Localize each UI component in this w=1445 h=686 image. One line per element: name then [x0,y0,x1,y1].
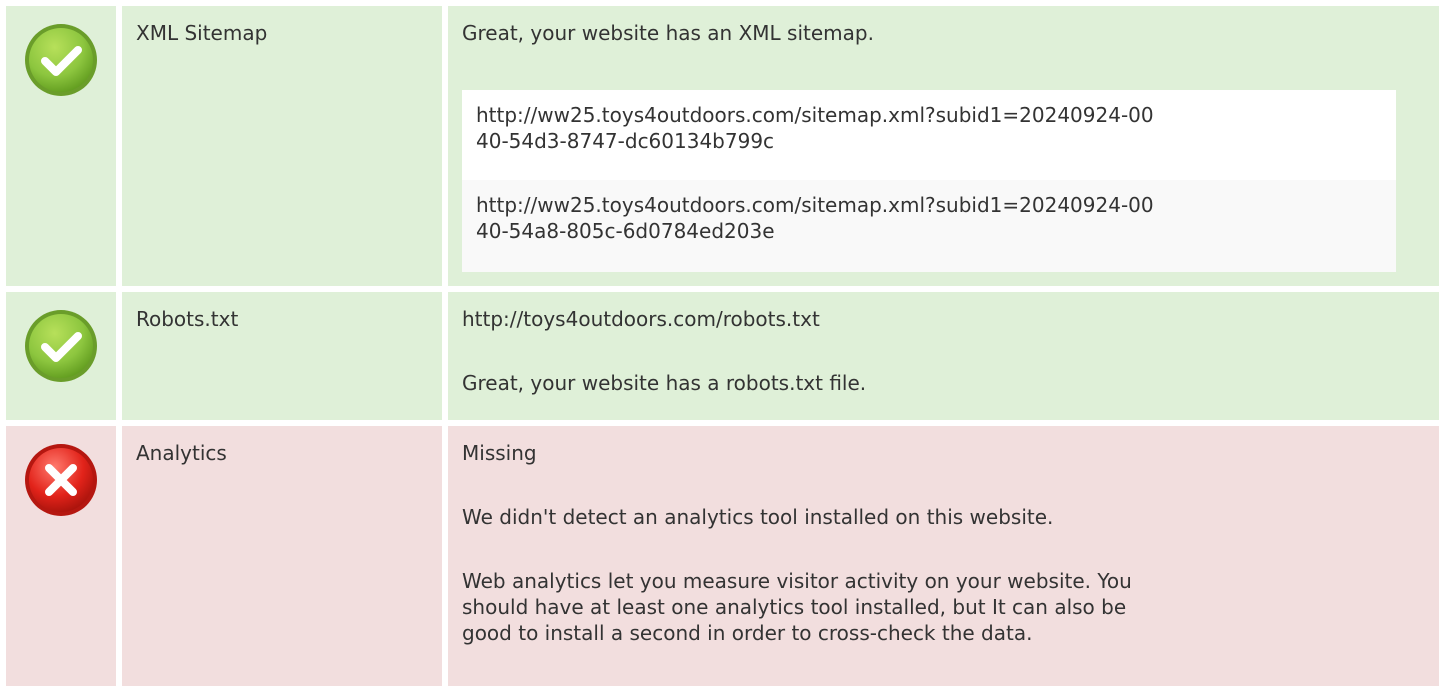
analytics-advice-line: should have at least one analytics tool … [462,595,1127,619]
analytics-status: Missing [462,441,537,465]
result-row-xml-sitemap: XML Sitemap Great, your website has an X… [0,6,1445,286]
status-cell [6,426,116,686]
detail-cell: Great, your website has an XML sitemap. … [448,6,1439,286]
analytics-message: We didn't detect an analytics tool insta… [462,505,1054,529]
seo-results-table: XML Sitemap Great, your website has an X… [0,0,1445,686]
analytics-advice-line: Web analytics let you measure visitor ac… [462,569,1132,593]
sitemap-url-line: 40-54a8-805c-6d0784ed203e [476,219,775,243]
row-label: XML Sitemap [136,21,268,45]
detail-cell: Missing We didn't detect an analytics to… [448,426,1439,686]
sitemap-url-line: http://ww25.toys4outdoors.com/sitemap.xm… [476,103,1154,127]
x-circle-icon [23,442,99,518]
result-row-analytics: Analytics Missing We didn't detect an an… [0,426,1445,686]
result-row-robots-txt: Robots.txt http://toys4outdoors.com/robo… [0,292,1445,420]
label-cell: Robots.txt [122,292,442,420]
check-circle-icon [23,308,99,384]
label-cell: XML Sitemap [122,6,442,286]
row-label: Robots.txt [136,307,239,331]
status-cell [6,292,116,420]
sitemap-url-line: http://ww25.toys4outdoors.com/sitemap.xm… [476,193,1154,217]
analytics-advice-line: good to install a second in order to cro… [462,621,1033,645]
sitemap-intro: Great, your website has an XML sitemap. [462,21,874,45]
robots-url: http://toys4outdoors.com/robots.txt [462,307,820,331]
status-cell [6,6,116,286]
robots-message: Great, your website has a robots.txt fil… [462,371,867,395]
check-circle-icon [23,22,99,98]
sitemap-url-line: 40-54d3-8747-dc60134b799c [476,129,775,153]
label-cell: Analytics [122,426,442,686]
sitemap-url-item: http://ww25.toys4outdoors.com/sitemap.xm… [462,180,1396,272]
row-label: Analytics [136,441,227,465]
detail-cell: http://toys4outdoors.com/robots.txt Grea… [448,292,1439,420]
sitemap-url-item: http://ww25.toys4outdoors.com/sitemap.xm… [462,90,1396,180]
